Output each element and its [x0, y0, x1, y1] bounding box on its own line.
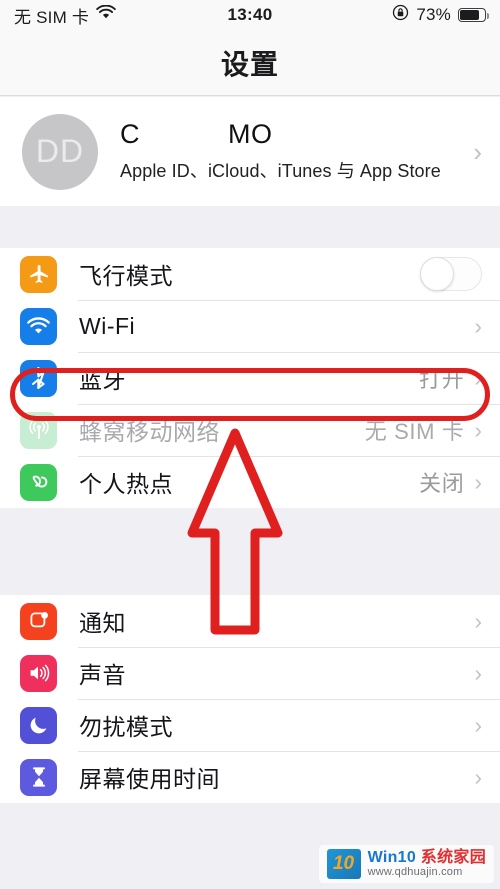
status-bar-clock: 13:40 — [227, 5, 273, 24]
chevron-right-icon: › — [474, 711, 482, 738]
chevron-right-icon: › — [474, 468, 482, 495]
watermark-text: Win10 系统家园 www.qdhuajin.com — [367, 848, 486, 878]
bluetooth-icon — [20, 359, 57, 397]
sounds-icon — [20, 654, 57, 692]
account-name: C MO — [120, 119, 273, 150]
watermark-url: www.qdhuajin.com — [367, 865, 463, 878]
bluetooth-value: 打开 — [419, 367, 465, 392]
chevron-right-icon: › — [474, 763, 482, 790]
toggle-knob — [420, 257, 454, 291]
sidebar-item-personal-hotspot[interactable]: 个人热点 关闭 › — [0, 456, 500, 508]
sidebar-item-wifi[interactable]: Wi-Fi › — [0, 300, 500, 352]
row-label: 蜂窝移动网络 — [79, 419, 220, 445]
cellular-value: 无 SIM 卡 — [364, 419, 465, 444]
page-title: 设置 — [220, 48, 279, 80]
apple-id-account-row[interactable]: DD C MO Apple ID、iCloud、iTunes 与 App Sto… — [0, 97, 500, 206]
watermark-brand-suffix: 系统家园 — [420, 848, 486, 866]
row-label: 蓝牙 — [79, 367, 126, 393]
screen-time-icon — [20, 758, 57, 796]
row-label: Wi-Fi — [79, 312, 136, 339]
notifications-icon — [20, 602, 57, 640]
row-label: 个人热点 — [79, 471, 173, 497]
chevron-right-icon: › — [474, 312, 482, 339]
airplane-mode-toggle[interactable] — [420, 257, 482, 291]
iphone-settings-screen: 无 SIM 卡 13:40 73% 设置 DD C MO Apple ID、iC… — [0, 0, 500, 889]
section-gap — [0, 508, 500, 595]
account-text: C MO Apple ID、iCloud、iTunes 与 App Store — [120, 119, 465, 183]
sidebar-item-screen-time[interactable]: 屏幕使用时间 › — [0, 751, 500, 803]
row-label: 屏幕使用时间 — [79, 766, 220, 792]
hotspot-icon — [20, 463, 57, 501]
row-label: 声音 — [79, 662, 126, 688]
avatar: DD — [22, 113, 98, 190]
chevron-right-icon: › — [474, 364, 482, 391]
battery-icon — [458, 8, 489, 22]
sidebar-item-cellular[interactable]: 蜂窝移动网络 无 SIM 卡 › — [0, 404, 500, 456]
navigation-bar: 设置 — [0, 30, 500, 96]
sidebar-item-sounds[interactable]: 声音 › — [0, 647, 500, 699]
do-not-disturb-icon — [20, 706, 57, 744]
chevron-right-icon: › — [474, 659, 482, 686]
settings-group-connectivity: 飞行模式 Wi-Fi › 蓝牙 打开 › 蜂窝移动网络 无 SIM 卡 › 个人… — [0, 248, 500, 508]
airplane-icon — [20, 255, 57, 293]
section-gap — [0, 206, 500, 248]
status-bar: 无 SIM 卡 13:40 73% — [0, 0, 500, 30]
win10-logo-icon: 10 — [326, 849, 361, 879]
watermark-brand-prefix: Win10 — [367, 848, 417, 866]
hotspot-value: 关闭 — [419, 471, 465, 496]
sidebar-item-do-not-disturb[interactable]: 勿扰模式 › — [0, 699, 500, 751]
row-label: 勿扰模式 — [79, 714, 173, 740]
chevron-right-icon: › — [473, 136, 482, 167]
wifi-icon — [20, 307, 57, 345]
sidebar-item-airplane-mode[interactable]: 飞行模式 — [0, 248, 500, 300]
sidebar-item-bluetooth[interactable]: 蓝牙 打开 › — [0, 352, 500, 404]
cellular-icon — [20, 411, 57, 449]
account-subtitle: Apple ID、iCloud、iTunes 与 App Store — [120, 160, 441, 181]
chevron-right-icon: › — [474, 607, 482, 634]
settings-group-general: 通知 › 声音 › 勿扰模式 › 屏幕使用时间 › — [0, 595, 500, 803]
watermark: 10 Win10 系统家园 www.qdhuajin.com — [318, 845, 494, 883]
sidebar-item-notifications[interactable]: 通知 › — [0, 595, 500, 647]
row-label: 飞行模式 — [79, 263, 173, 289]
chevron-right-icon: › — [474, 416, 482, 443]
row-label: 通知 — [79, 610, 126, 636]
